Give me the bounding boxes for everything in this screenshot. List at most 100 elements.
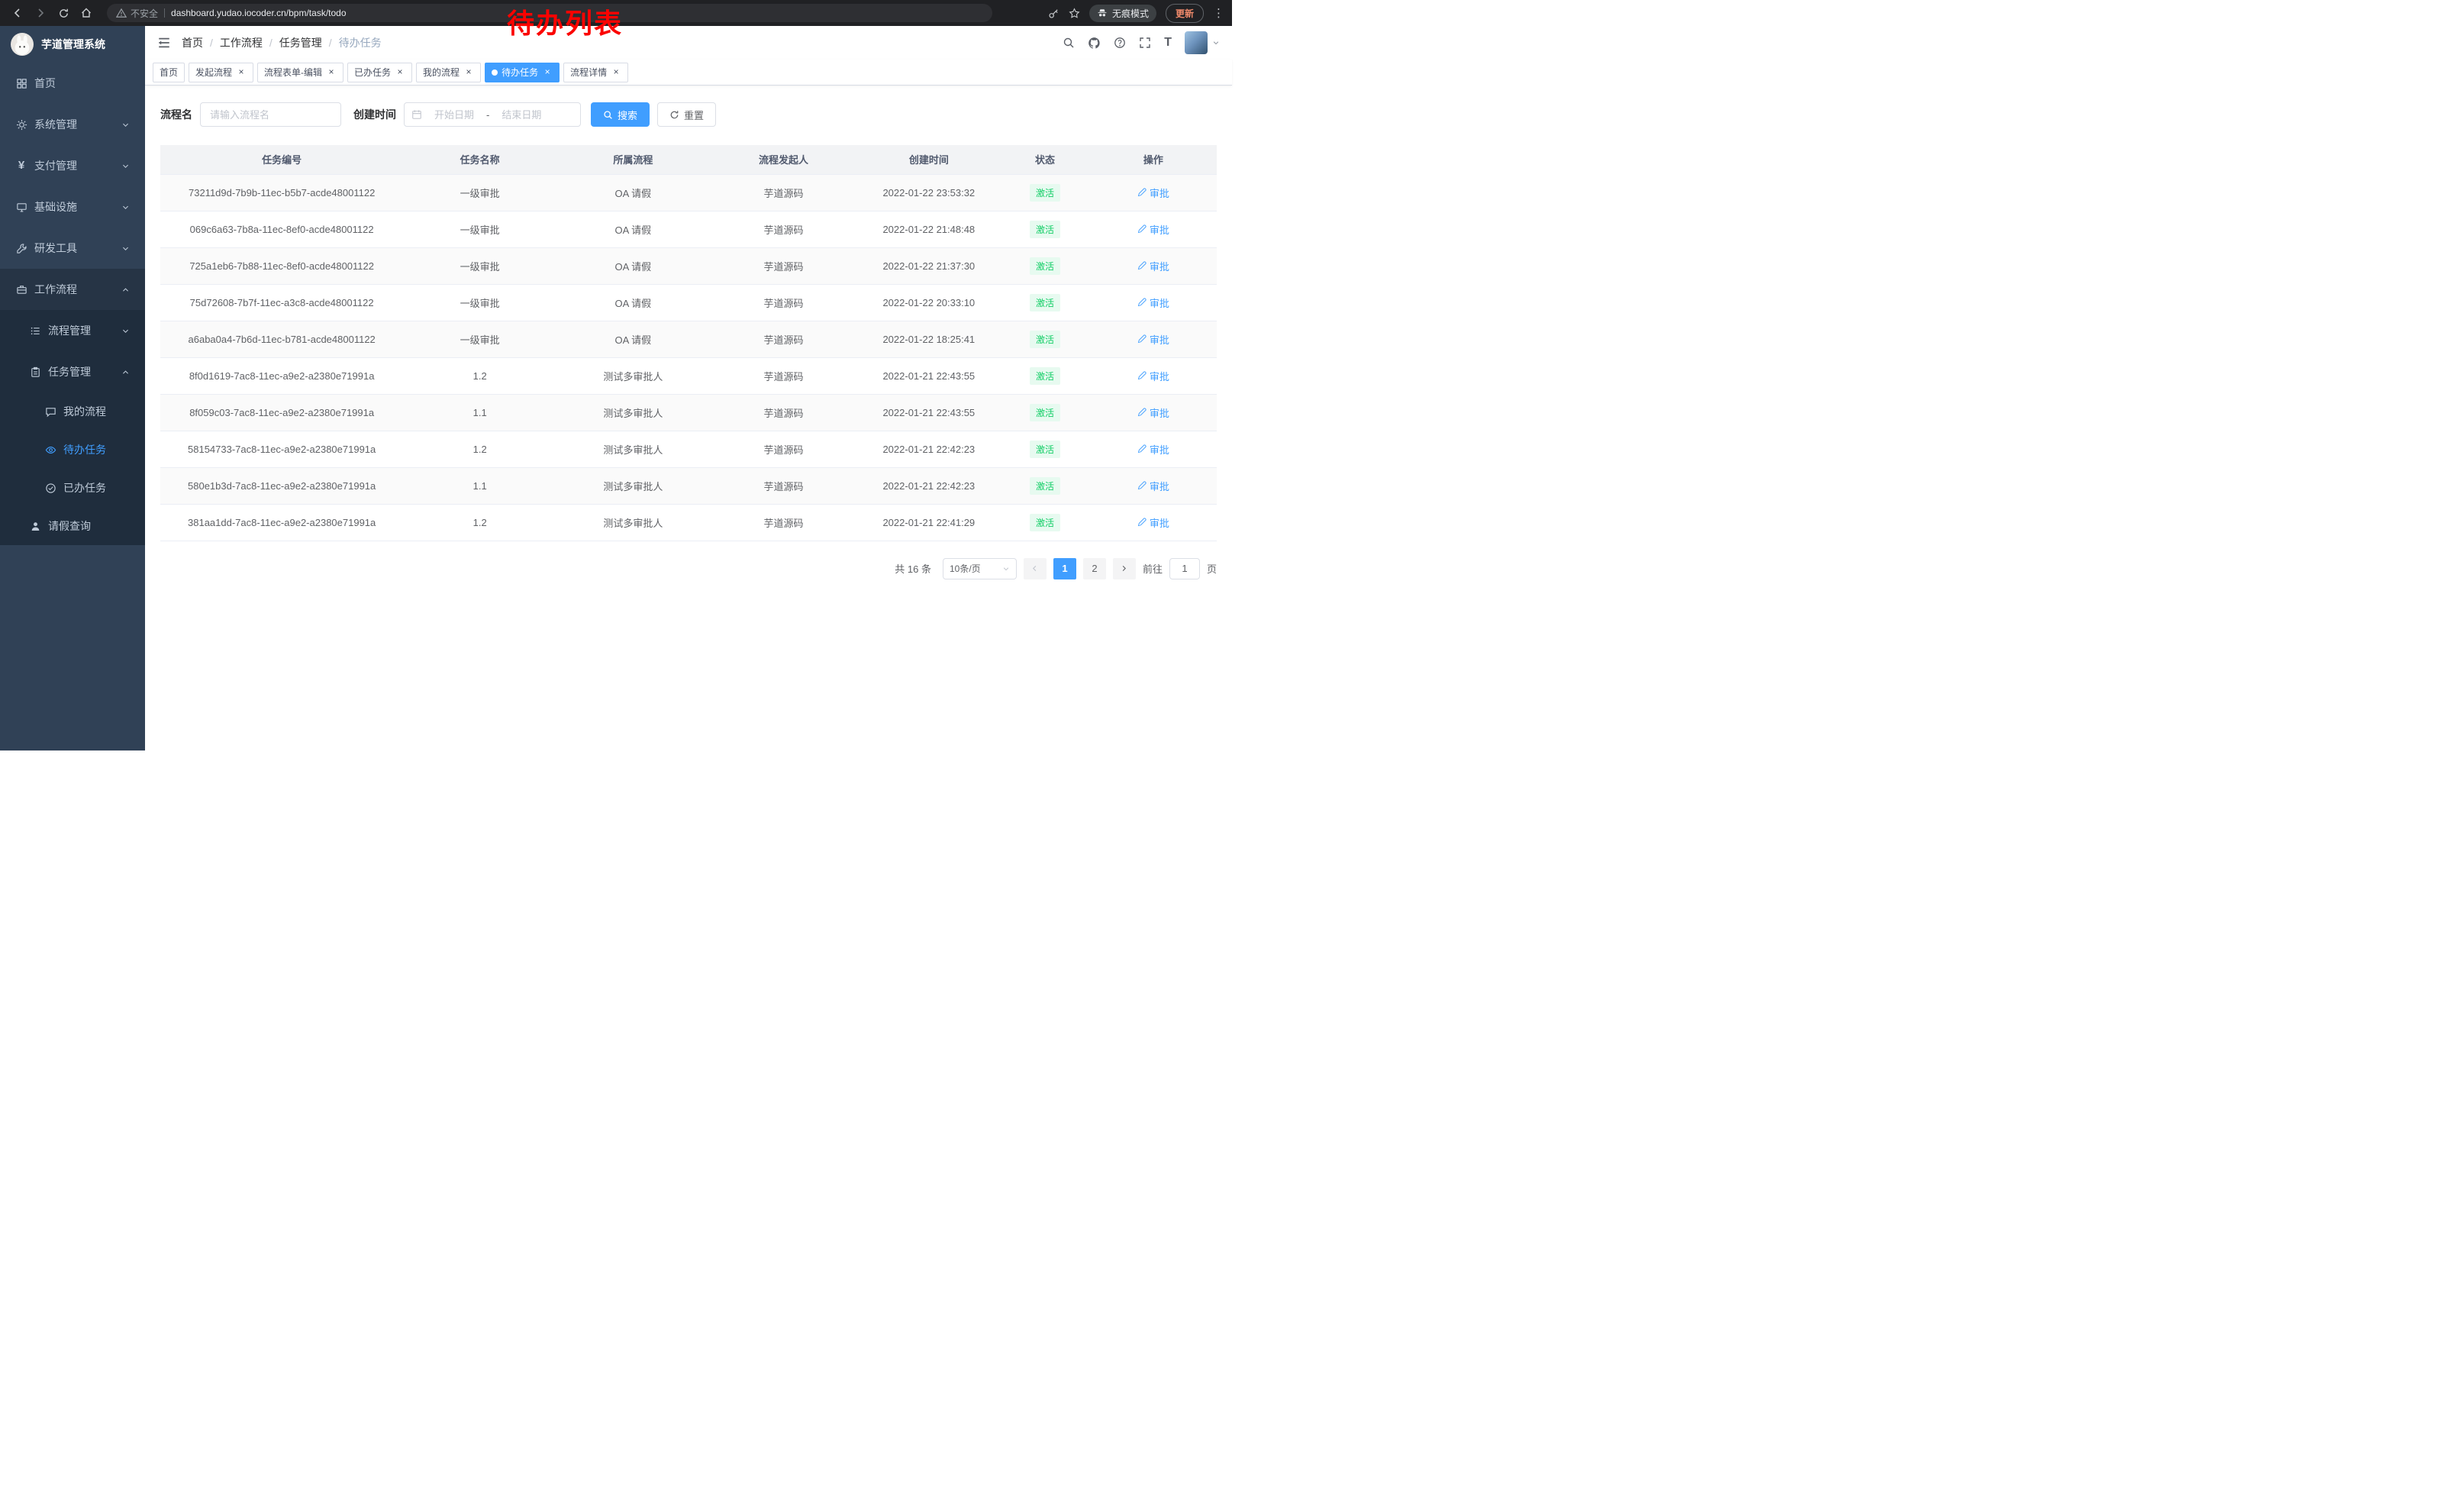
sidebar-item-label: 任务管理 [48, 364, 91, 379]
search-button[interactable]: 搜索 [591, 102, 650, 127]
home-icon[interactable] [76, 3, 96, 23]
date-range-picker[interactable]: - [404, 102, 581, 127]
main-panel: 首页 / 工作流程 / 任务管理 / 待办任务 [145, 26, 1232, 750]
close-icon[interactable]: × [395, 67, 405, 78]
app-logo[interactable]: 芋道管理系统 [0, 26, 145, 63]
tab[interactable]: 流程表单-编辑 × [257, 63, 343, 82]
process-name-label: 流程名 [160, 107, 192, 122]
tab[interactable]: 我的流程 × [416, 63, 481, 82]
table-header-row: 任务编号 任务名称 所属流程 流程发起人 创建时间 状态 操作 [160, 145, 1217, 174]
cell-task-id: 725a1eb6-7b88-11ec-8ef0-acde48001122 [160, 247, 403, 284]
tab[interactable]: 流程详情 × [563, 63, 628, 82]
page-unit-label: 页 [1207, 561, 1217, 576]
chevron-down-icon [1002, 565, 1010, 573]
pencil-icon [1137, 408, 1147, 417]
breadcrumb-home[interactable]: 首页 [182, 35, 203, 50]
approve-link[interactable]: 审批 [1137, 479, 1169, 493]
start-date-input[interactable] [425, 109, 483, 121]
sidebar-item-infra[interactable]: 基础设施 [0, 186, 145, 228]
cell-initiator: 芋道源码 [710, 504, 858, 541]
sidebar-item-process-mgmt[interactable]: 流程管理 [0, 310, 145, 351]
page-number-button[interactable]: 2 [1083, 558, 1106, 579]
tab[interactable]: 待办任务 × [485, 63, 560, 82]
fullscreen-icon[interactable] [1139, 37, 1151, 49]
prev-page-button[interactable] [1024, 558, 1047, 579]
sidebar-item-leave-query[interactable]: 请假查询 [0, 507, 145, 545]
approve-link[interactable]: 审批 [1137, 332, 1169, 347]
approve-link[interactable]: 审批 [1137, 259, 1169, 273]
approve-link[interactable]: 审批 [1137, 186, 1169, 200]
search-icon[interactable] [1063, 37, 1075, 49]
cell-initiator: 芋道源码 [710, 284, 858, 321]
chevron-down-icon [121, 162, 130, 170]
browser-menu-icon[interactable]: ⋮ [1213, 6, 1224, 20]
page-number-button[interactable]: 1 [1053, 558, 1076, 579]
monitor-icon [15, 201, 27, 213]
github-icon[interactable] [1088, 37, 1101, 50]
close-icon[interactable]: × [463, 67, 474, 78]
pencil-icon [1137, 481, 1147, 490]
approve-link[interactable]: 审批 [1137, 295, 1169, 310]
tab[interactable]: 发起流程 × [189, 63, 253, 82]
sidebar-item-label: 请假查询 [48, 518, 91, 534]
sidebar-item-todo-task[interactable]: 待办任务 [0, 431, 145, 469]
refresh-icon[interactable] [53, 3, 73, 23]
page-size-select[interactable]: 10条/页 [943, 558, 1017, 579]
goto-page-input[interactable] [1169, 558, 1200, 579]
sidebar-item-task-mgmt[interactable]: 任务管理 [0, 351, 145, 392]
sidebar-item-label: 研发工具 [34, 240, 77, 256]
sidebar-item-label: 支付管理 [34, 158, 77, 173]
tab[interactable]: 首页 × [153, 63, 185, 82]
approve-link-label: 审批 [1150, 442, 1169, 457]
forward-icon[interactable] [31, 3, 50, 23]
yen-icon: ¥ [15, 160, 27, 172]
font-size-icon[interactable]: T [1164, 37, 1172, 49]
sidebar-item-home[interactable]: 首页 [0, 63, 145, 104]
cell-initiator: 芋道源码 [710, 357, 858, 394]
back-icon[interactable] [8, 3, 27, 23]
approve-link[interactable]: 审批 [1137, 222, 1169, 237]
cell-created-time: 2022-01-22 18:25:41 [857, 321, 1000, 357]
close-icon[interactable]: × [611, 67, 621, 78]
app-window: 芋道管理系统 首页 系统管理 ¥ 支付管理 [0, 26, 1232, 750]
bookmark-star-icon[interactable] [1069, 8, 1080, 19]
sidebar-item-my-process[interactable]: 我的流程 [0, 392, 145, 431]
approve-link[interactable]: 审批 [1137, 442, 1169, 457]
process-name-input[interactable] [200, 102, 341, 127]
breadcrumb-task-mgmt[interactable]: 任务管理 [279, 35, 322, 50]
sidebar-item-system[interactable]: 系统管理 [0, 104, 145, 145]
sidebar-item-label: 工作流程 [34, 282, 77, 297]
breadcrumb: 首页 / 工作流程 / 任务管理 / 待办任务 [182, 35, 382, 50]
tab[interactable]: 已办任务 × [347, 63, 412, 82]
sidebar-item-payment[interactable]: ¥ 支付管理 [0, 145, 145, 186]
tab-label: 流程详情 [570, 66, 607, 79]
help-icon[interactable] [1114, 37, 1126, 49]
col-actions: 操作 [1090, 145, 1217, 174]
reset-button[interactable]: 重置 [657, 102, 716, 127]
cell-task-name: 一级审批 [403, 284, 556, 321]
approve-link[interactable]: 审批 [1137, 405, 1169, 420]
approve-link[interactable]: 审批 [1137, 515, 1169, 530]
breadcrumb-workflow[interactable]: 工作流程 [220, 35, 263, 50]
pencil-icon [1137, 444, 1147, 454]
next-page-button[interactable] [1113, 558, 1136, 579]
end-date-input[interactable] [492, 109, 550, 121]
table-row: 580e1b3d-7ac8-11ec-a9e2-a2380e71991a 1.1… [160, 467, 1217, 504]
sidebar-item-workflow[interactable]: 工作流程 [0, 269, 145, 310]
close-icon[interactable]: × [236, 67, 247, 78]
goto-label: 前往 [1143, 561, 1163, 576]
update-button[interactable]: 更新 [1166, 4, 1204, 23]
close-icon[interactable]: × [326, 67, 337, 78]
sidebar-item-devtools[interactable]: 研发工具 [0, 228, 145, 269]
top-navbar: 首页 / 工作流程 / 任务管理 / 待办任务 [145, 26, 1232, 60]
approve-link-label: 审批 [1150, 295, 1169, 310]
approve-link[interactable]: 审批 [1137, 369, 1169, 383]
sidebar-item-done-task[interactable]: 已办任务 [0, 469, 145, 507]
user-menu[interactable] [1185, 31, 1220, 54]
sidebar-toggle-icon[interactable] [157, 36, 171, 50]
cell-process: 测试多审批人 [556, 504, 710, 541]
refresh-icon [669, 110, 679, 120]
cell-task-id: 069c6a63-7b8a-11ec-8ef0-acde48001122 [160, 211, 403, 247]
close-icon[interactable]: × [542, 67, 553, 78]
key-icon[interactable] [1048, 8, 1059, 19]
